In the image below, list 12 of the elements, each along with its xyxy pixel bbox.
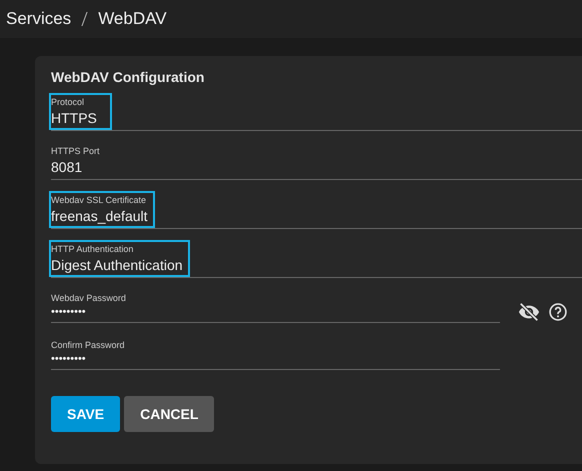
- breadcrumb-item: WebDAV: [98, 9, 167, 29]
- cancel-button[interactable]: CANCEL: [124, 396, 214, 432]
- card-title: WebDAV Configuration: [51, 69, 206, 85]
- input-field[interactable]: HTTPS Port 8081: [51, 141, 582, 180]
- help-icon[interactable]: [548, 302, 568, 322]
- breadcrumb-item[interactable]: Services: [6, 9, 72, 29]
- input-field[interactable]: Confirm Password •••••••••: [51, 335, 500, 370]
- input-field[interactable]: HTTP Authentication Digest Authentication: [51, 239, 582, 278]
- input-field[interactable]: Webdav SSL Certificate freenas_default: [51, 190, 582, 229]
- input-field[interactable]: Protocol HTTPS: [51, 92, 582, 131]
- eye-slash-icon[interactable]: [518, 300, 540, 322]
- input-field[interactable]: Webdav Password •••••••••: [51, 288, 500, 323]
